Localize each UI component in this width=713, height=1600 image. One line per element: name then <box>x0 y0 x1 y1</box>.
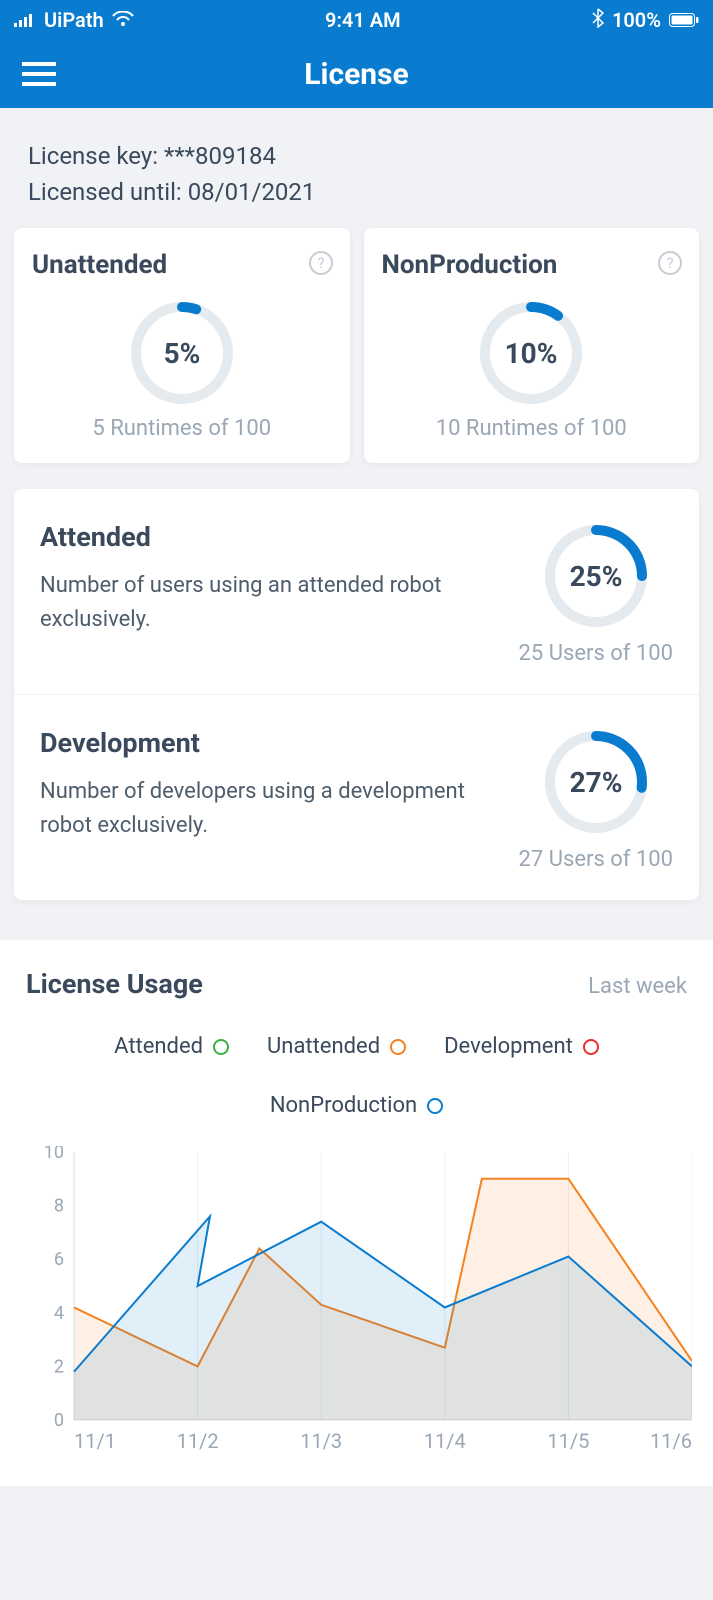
license-key-line: License key: ***809184 <box>28 138 685 174</box>
gauge: 10% <box>382 298 682 408</box>
card-title: NonProduction <box>382 250 682 280</box>
carrier-label: UiPath <box>44 8 104 32</box>
card-subtitle: 5 Runtimes of 100 <box>32 416 332 441</box>
clock-label: 9:41 AM <box>134 8 592 32</box>
menu-button[interactable] <box>22 62 56 86</box>
battery-icon <box>669 8 699 32</box>
svg-text:11/1: 11/1 <box>74 1429 116 1453</box>
card-title: Development <box>40 727 507 759</box>
license-key-value: ***809184 <box>164 142 276 170</box>
legend-swatch-icon <box>583 1039 599 1055</box>
usage-chart: 024681011/111/211/311/411/511/6 <box>44 1146 687 1456</box>
svg-text:10: 10 <box>44 1146 64 1163</box>
usage-period[interactable]: Last week <box>588 974 687 999</box>
gauge-percent: 27% <box>569 766 622 799</box>
license-info: License key: ***809184 Licensed until: 0… <box>0 108 713 228</box>
card-description: Number of users using an attended robot … <box>40 569 507 637</box>
gauge: 25% <box>541 521 651 631</box>
small-cards-row: Unattended ? 5% 5 Runtimes of 100 NonPro… <box>0 228 713 469</box>
legend-label: Development <box>444 1034 573 1059</box>
svg-text:?: ? <box>666 254 673 272</box>
legend-unattended[interactable]: Unattended <box>267 1034 406 1059</box>
status-bar: UiPath 9:41 AM 100% <box>0 0 713 40</box>
help-icon[interactable]: ? <box>308 250 334 276</box>
legend-nonproduction[interactable]: NonProduction <box>270 1093 443 1118</box>
bluetooth-icon <box>592 8 604 33</box>
license-key-label: License key: <box>28 142 164 170</box>
chart-legend: Attended Unattended Development NonProdu… <box>26 1034 687 1118</box>
help-icon[interactable]: ? <box>657 250 683 276</box>
card-description: Number of developers using a development… <box>40 775 507 843</box>
card-nonproduction[interactable]: NonProduction ? 10% 10 Runtimes of 100 <box>364 228 700 463</box>
svg-text:11/3: 11/3 <box>300 1429 342 1453</box>
legend-label: Unattended <box>267 1034 380 1059</box>
license-until-value: 08/01/2021 <box>188 178 316 206</box>
usage-title: License Usage <box>26 968 203 1000</box>
legend-development[interactable]: Development <box>444 1034 599 1059</box>
svg-text:11/2: 11/2 <box>177 1429 219 1453</box>
svg-text:0: 0 <box>54 1410 64 1431</box>
gauge: 5% <box>32 298 332 408</box>
hamburger-icon <box>22 62 56 86</box>
card-development[interactable]: Development Number of developers using a… <box>14 695 699 900</box>
list-cards: Attended Number of users using an attend… <box>14 489 699 900</box>
legend-label: NonProduction <box>270 1093 417 1118</box>
card-unattended[interactable]: Unattended ? 5% 5 Runtimes of 100 <box>14 228 350 463</box>
svg-text:6: 6 <box>54 1249 64 1270</box>
svg-text:11/6: 11/6 <box>650 1429 692 1453</box>
gauge-percent: 5% <box>163 337 200 370</box>
card-subtitle: 10 Runtimes of 100 <box>382 416 682 441</box>
gauge: 27% <box>541 727 651 837</box>
legend-swatch-icon <box>213 1039 229 1055</box>
license-until-label: Licensed until: <box>28 178 188 206</box>
card-title: Attended <box>40 521 507 553</box>
svg-text:11/5: 11/5 <box>547 1429 589 1453</box>
wifi-icon <box>112 8 134 32</box>
usage-section: License Usage Last week Attended Unatten… <box>0 940 713 1486</box>
license-until-line: Licensed until: 08/01/2021 <box>28 174 685 210</box>
card-subtitle: 25 Users of 100 <box>519 641 673 666</box>
legend-swatch-icon <box>427 1098 443 1114</box>
signal-icon <box>14 8 36 32</box>
legend-label: Attended <box>114 1034 203 1059</box>
battery-label: 100% <box>612 8 661 32</box>
svg-text:8: 8 <box>54 1196 64 1217</box>
svg-text:?: ? <box>317 254 324 272</box>
legend-swatch-icon <box>390 1039 406 1055</box>
card-attended[interactable]: Attended Number of users using an attend… <box>14 489 699 695</box>
svg-text:4: 4 <box>54 1303 64 1324</box>
card-title: Unattended <box>32 250 332 280</box>
legend-attended[interactable]: Attended <box>114 1034 229 1059</box>
svg-text:11/4: 11/4 <box>424 1429 466 1453</box>
card-subtitle: 27 Users of 100 <box>519 847 673 872</box>
page-title: License <box>304 57 408 92</box>
svg-text:2: 2 <box>54 1356 64 1377</box>
gauge-percent: 10% <box>505 337 558 370</box>
gauge-percent: 25% <box>569 560 622 593</box>
app-header: License <box>0 40 713 108</box>
